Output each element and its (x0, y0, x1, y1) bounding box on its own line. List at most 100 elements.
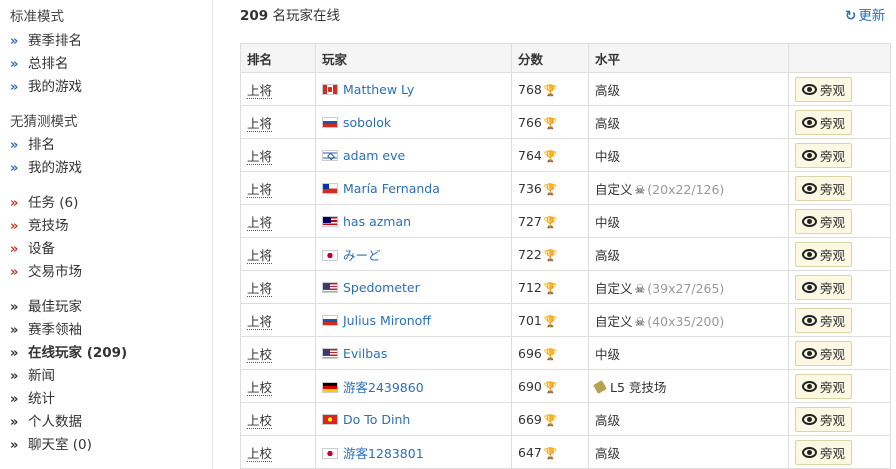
nav-noguess-my-games[interactable]: » 我的游戏 (10, 156, 82, 176)
level-label: 中级 (595, 346, 621, 362)
rank-cell: 上将 (240, 138, 316, 172)
table-row: 上将 sobolok 766 🏆 高级 旁观 (240, 105, 891, 139)
watch-button[interactable]: 旁观 (795, 142, 853, 168)
player-cell: Matthew Ly (315, 72, 512, 106)
score-cell: 764 🏆 (511, 138, 589, 172)
nav-statistics[interactable]: » 统计 (10, 387, 55, 407)
player-name-link[interactable]: María Fernanda (343, 181, 440, 196)
action-cell: 旁观 (788, 303, 891, 337)
action-cell: 旁观 (788, 204, 891, 238)
rank-label[interactable]: 上将 (247, 280, 273, 297)
nav-online-players[interactable]: » 在线玩家 (209) (10, 341, 127, 361)
watch-button[interactable]: 旁观 (795, 175, 853, 201)
rank-label[interactable]: 上校 (247, 445, 273, 462)
player-name-link[interactable]: adam eve (343, 148, 405, 163)
watch-button[interactable]: 旁观 (795, 307, 853, 333)
refresh-button[interactable]: ↻ 更新 (845, 4, 885, 24)
nav-personal-data[interactable]: » 个人数据 (10, 410, 82, 430)
rank-label[interactable]: 上校 (247, 412, 273, 429)
rank-label[interactable]: 上将 (247, 148, 273, 165)
nav-noguess-ranking[interactable]: » 排名 (10, 133, 55, 153)
player-name-link[interactable]: Spedometer (343, 280, 420, 295)
eye-icon (802, 380, 817, 392)
player-name-link[interactable]: Matthew Ly (343, 82, 414, 97)
player-name-link[interactable]: Julius Mironoff (343, 313, 431, 328)
watch-button[interactable]: 旁观 (795, 406, 853, 432)
skull-icon: ☠ (634, 281, 646, 296)
table-row: 上校 游客2439860 690 🏆 L5 竞技场 旁观 (240, 369, 891, 403)
nav-total-ranking[interactable]: » 总排名 (10, 52, 69, 72)
flag-icon (322, 215, 338, 227)
rank-label[interactable]: 上校 (247, 346, 273, 363)
chevron-icon: » (10, 323, 19, 338)
chevron-icon: » (10, 346, 19, 361)
nav-season-leaders[interactable]: » 赛季领袖 (10, 318, 82, 338)
nav-quests[interactable]: » 任务 (6) (10, 191, 78, 211)
chevron-icon: » (10, 392, 19, 407)
rank-label[interactable]: 上将 (247, 82, 273, 99)
rank-label[interactable]: 上将 (247, 181, 273, 198)
eye-icon (802, 248, 817, 260)
eye-icon (802, 413, 817, 425)
player-cell: María Fernanda (315, 171, 512, 205)
score-value: 736 (518, 180, 542, 196)
watch-button[interactable]: 旁观 (795, 208, 853, 234)
player-name-link[interactable]: 游客1283801 (343, 446, 424, 461)
flag-icon (322, 347, 338, 359)
score-value: 701 (518, 312, 542, 328)
rank-cell: 上校 (240, 336, 316, 370)
chevron-icon: » (10, 80, 19, 95)
player-name-link[interactable]: Evilbas (343, 346, 387, 361)
level-cell: 自定义 ☠ (39x27/265) (588, 270, 789, 304)
watch-button[interactable]: 旁观 (795, 241, 853, 267)
rank-label[interactable]: 上将 (247, 115, 273, 132)
watch-button[interactable]: 旁观 (795, 76, 853, 102)
score-cell: 722 🏆 (511, 237, 589, 271)
nav-marketplace[interactable]: » 交易市场 (10, 260, 82, 280)
level-cell: 中级 (588, 204, 789, 238)
player-name-link[interactable]: 游客2439860 (343, 380, 424, 395)
nav-news[interactable]: » 新闻 (10, 364, 55, 384)
eye-icon (802, 182, 817, 194)
rank-label[interactable]: 上将 (247, 214, 273, 231)
action-cell: 旁观 (788, 336, 891, 370)
level-label: 高级 (595, 115, 621, 131)
player-name-link[interactable]: has azman (343, 214, 411, 229)
nav-my-games[interactable]: » 我的游戏 (10, 75, 82, 95)
player-name-link[interactable]: sobolok (343, 115, 391, 130)
score-value: 669 (518, 411, 542, 427)
watch-button[interactable]: 旁观 (795, 373, 853, 399)
player-name-link[interactable]: みーど (343, 248, 381, 263)
watch-button[interactable]: 旁观 (795, 109, 853, 135)
nav-equipment[interactable]: » 设备 (10, 237, 55, 257)
score-cell: 669 🏆 (511, 402, 589, 436)
chevron-icon: » (10, 300, 19, 315)
nav-season-ranking[interactable]: » 赛季排名 (10, 29, 82, 49)
level-label: 高级 (595, 82, 621, 98)
nav-arena[interactable]: » 竞技场 (10, 214, 69, 234)
rank-cell: 上将 (240, 72, 316, 106)
watch-button[interactable]: 旁观 (795, 340, 853, 366)
chevron-icon: » (10, 369, 19, 384)
flag-icon (322, 314, 338, 326)
online-count: 209 名玩家在线 (240, 4, 340, 24)
sidebar: 标准模式 » 赛季排名 » 总排名 » 我的游戏 无猜测模式 » 排名 » 我的游戏 » 任… (0, 0, 213, 469)
player-name-link[interactable]: Do To Dinh (343, 412, 410, 427)
rank-label[interactable]: 上将 (247, 313, 273, 330)
eye-icon (802, 215, 817, 227)
nav-best-players[interactable]: » 最佳玩家 (10, 295, 82, 315)
chevron-icon: » (10, 415, 19, 430)
online-number: 209 (240, 8, 269, 24)
nav-chat[interactable]: » 聊天室 (0) (10, 433, 92, 453)
level-cell: 自定义 ☠ (20x22/126) (588, 171, 789, 205)
rank-cell: 上将 (240, 171, 316, 205)
watch-button[interactable]: 旁观 (795, 439, 853, 465)
trophy-icon: 🏆 (543, 413, 558, 427)
rank-label[interactable]: 上校 (247, 379, 273, 396)
chevron-icon: » (10, 265, 19, 280)
rank-label[interactable]: 上将 (247, 247, 273, 264)
score-cell: 736 🏆 (511, 171, 589, 205)
level-label: 中级 (595, 214, 621, 230)
watch-button[interactable]: 旁观 (795, 274, 853, 300)
score-value: 647 (518, 444, 542, 460)
